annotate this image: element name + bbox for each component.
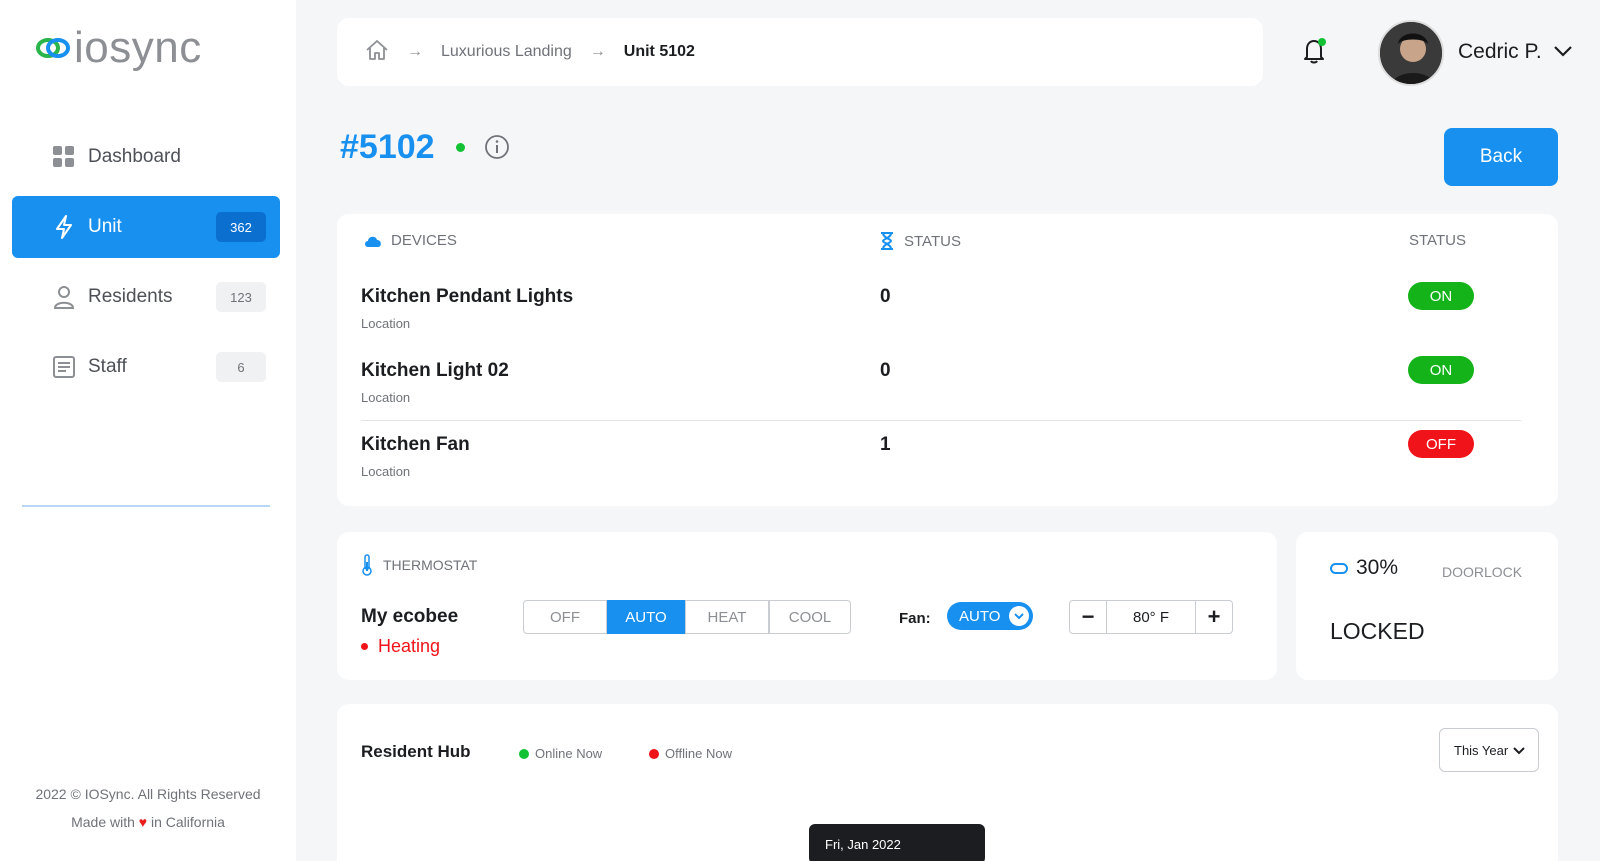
chart-tooltip: Fri, Jan 2022 <box>809 824 985 861</box>
mode-heat-button[interactable]: HEAT <box>685 600 769 634</box>
logo-icon <box>36 38 70 58</box>
sidebar-nav: Dashboard Unit 362 Residents 123 Staff 6 <box>12 126 280 406</box>
copyright-text: 2022 © IOSync. All Rights Reserved <box>35 786 261 802</box>
doorlock-header: DOORLOCK <box>1442 564 1523 580</box>
device-name: Kitchen Light 02 <box>361 360 509 381</box>
temperature-value: 80° F <box>1106 601 1196 633</box>
device-location: Location <box>361 390 411 405</box>
doorlock-card: 30% DOORLOCK LOCKED <box>1296 532 1558 680</box>
breadcrumb-current: Unit 5102 <box>623 43 695 60</box>
thermometer-icon <box>362 554 372 576</box>
state-header: STATUS <box>1409 232 1466 249</box>
device-location: Location <box>361 316 411 331</box>
mode-selector: OFF AUTO HEAT COOL <box>523 600 851 634</box>
arrow-right-icon: → <box>407 43 423 60</box>
legend-online: Online Now <box>519 746 602 761</box>
device-toggle[interactable]: ON <box>1408 282 1474 310</box>
thermostat-name: My ecobee <box>361 606 459 627</box>
sidebar-footer: 2022 © IOSync. All Rights Reserved Made … <box>0 786 296 830</box>
sidebar-item-staff[interactable]: Staff 6 <box>12 336 280 398</box>
mode-cool-button[interactable]: COOL <box>769 600 851 634</box>
arrow-right-icon: → <box>589 43 606 60</box>
online-dot <box>519 748 529 759</box>
battery-level: 30% <box>1330 556 1398 580</box>
device-toggle[interactable]: ON <box>1408 356 1474 384</box>
count-badge: 362 <box>216 212 266 242</box>
increase-temp-button[interactable]: + <box>1196 601 1232 633</box>
battery-icon <box>1330 562 1348 574</box>
user-icon <box>52 285 76 309</box>
avatar[interactable] <box>1378 20 1444 86</box>
count-badge: 6 <box>216 352 266 382</box>
sidebar-item-dashboard[interactable]: Dashboard <box>12 126 280 188</box>
device-value: 0 <box>880 286 891 307</box>
device-name: Kitchen Fan <box>361 434 470 455</box>
chevron-down-icon[interactable] <box>1552 40 1574 62</box>
thermostat-header: THERMOSTAT <box>361 554 477 576</box>
sidebar-item-label: Dashboard <box>88 146 181 167</box>
device-location: Location <box>361 464 411 479</box>
hub-title: Resident Hub <box>361 742 471 761</box>
brand-name: iosync <box>74 23 202 72</box>
online-status-dot <box>456 143 465 152</box>
offline-dot <box>649 748 659 759</box>
user-name[interactable]: Cedric P. <box>1458 40 1542 64</box>
lock-state[interactable]: LOCKED <box>1330 618 1425 645</box>
legend-offline: Offline Now <box>649 746 732 761</box>
breadcrumb: → Luxurious Landing → Unit 5102 <box>337 18 1263 86</box>
device-value: 1 <box>880 434 891 455</box>
count-badge: 123 <box>216 282 266 312</box>
chevron-down-icon <box>1009 606 1029 626</box>
breadcrumb-item[interactable]: Luxurious Landing <box>441 43 572 61</box>
info-icon[interactable] <box>484 134 510 160</box>
status-header: STATUS <box>880 232 961 250</box>
bolt-icon <box>52 215 76 239</box>
decrease-temp-button[interactable]: − <box>1070 601 1106 633</box>
back-button[interactable]: Back <box>1444 128 1558 186</box>
temperature-stepper: − 80° F + <box>1069 600 1233 634</box>
resident-hub-card: Resident Hub Online Now Offline Now This… <box>337 704 1558 861</box>
notification-bell-icon[interactable] <box>1300 36 1332 68</box>
mode-auto-button[interactable]: AUTO <box>607 600 685 634</box>
sidebar-item-label: Residents <box>88 286 173 307</box>
thermostat-state: Heating <box>361 636 440 657</box>
row-divider <box>361 420 1521 421</box>
device-toggle[interactable]: OFF <box>1408 430 1474 458</box>
period-select[interactable]: This Year <box>1439 728 1539 772</box>
sidebar-item-label: Unit <box>88 216 122 237</box>
devices-header: DEVICES <box>363 232 457 249</box>
fan-select[interactable]: AUTO <box>947 602 1033 630</box>
sidebar-item-residents[interactable]: Residents 123 <box>12 266 280 328</box>
device-value: 0 <box>880 360 891 381</box>
list-icon <box>52 355 76 379</box>
sidebar-divider <box>22 505 270 507</box>
home-icon[interactable] <box>365 39 389 66</box>
sidebar: iosync Dashboard Unit 362 Residents 123 <box>0 0 296 861</box>
sidebar-item-label: Staff <box>88 356 127 377</box>
brand-logo[interactable]: iosync <box>36 26 202 70</box>
hourglass-icon <box>881 232 893 250</box>
heart-icon: ♥ <box>138 814 148 830</box>
devices-card: DEVICES STATUS STATUS Kitchen Pendant Li… <box>337 214 1558 506</box>
grid-icon <box>52 145 76 169</box>
cloud-icon <box>365 236 381 247</box>
fan-label: Fan: <box>899 610 931 627</box>
mode-off-button[interactable]: OFF <box>523 600 607 634</box>
chevron-down-icon <box>1513 747 1525 755</box>
thermostat-card: THERMOSTAT My ecobee Heating OFF AUTO HE… <box>337 532 1277 680</box>
made-with-text: Made with ♥ in California <box>71 814 225 830</box>
sidebar-item-unit[interactable]: Unit 362 <box>12 196 280 258</box>
page-title: #5102 <box>340 128 435 166</box>
heating-dot <box>361 643 368 650</box>
device-name: Kitchen Pendant Lights <box>361 286 574 307</box>
